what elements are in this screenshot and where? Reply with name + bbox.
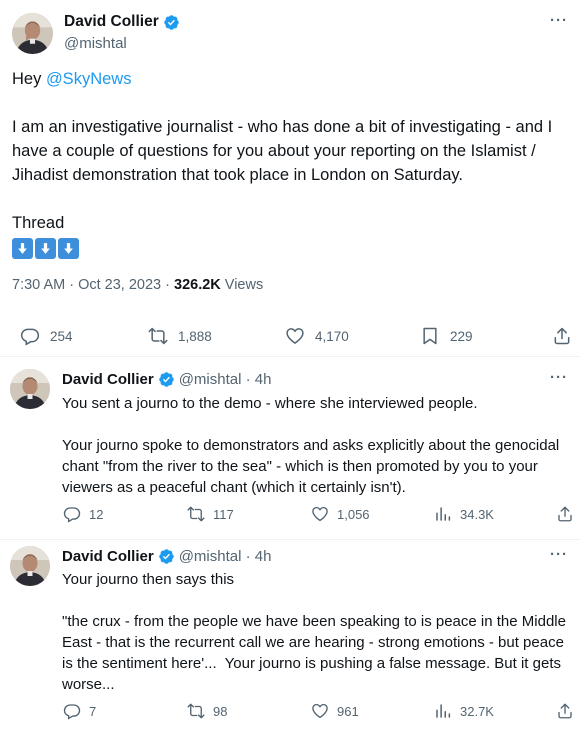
avatar[interactable] [10, 369, 50, 409]
bookmark-icon [423, 327, 437, 345]
heart-icon [312, 506, 328, 522]
action-bar: 254 1,888 4,170 229 [0, 318, 580, 354]
retweet-icon [148, 327, 168, 345]
avatar[interactable] [10, 546, 50, 586]
like-count: 4,170 [315, 328, 349, 344]
down-arrow-emojis [12, 238, 79, 259]
avatar[interactable] [12, 13, 53, 54]
views-count: 34.3K [460, 506, 494, 522]
retweet-count: 1,888 [178, 328, 212, 344]
reply-header: David Collier @mishtal · 4h [62, 548, 271, 565]
like-button[interactable]: 961 [311, 702, 359, 720]
views-icon [436, 704, 451, 718]
verified-badge-icon [158, 371, 175, 388]
share-icon [558, 506, 572, 522]
views-count: 326.2K [174, 277, 221, 293]
views-icon [436, 507, 451, 521]
reply-count: 12 [89, 506, 104, 522]
greeting-text: Hey [12, 70, 46, 88]
reply-icon [63, 507, 81, 523]
views-button[interactable]: 32.7K [434, 702, 494, 720]
retweet-button[interactable]: 98 [187, 702, 227, 720]
bookmark-button[interactable]: 229 [420, 326, 473, 346]
retweet-count: 117 [213, 506, 234, 522]
reply-count: 7 [89, 703, 97, 719]
reply-header: David Collier @mishtal · 4h [62, 371, 271, 388]
views-button[interactable]: 34.3K [434, 505, 494, 523]
like-button[interactable]: 4,170 [285, 326, 349, 346]
down-arrow-icon [35, 238, 56, 259]
more-icon[interactable]: ··· [550, 12, 568, 29]
author-name[interactable]: David Collier [62, 548, 154, 565]
reply-icon [20, 328, 40, 346]
share-button[interactable] [552, 326, 580, 346]
retweet-icon [187, 506, 205, 522]
share-button[interactable] [556, 702, 580, 720]
author-name[interactable]: David Collier [64, 13, 180, 31]
retweet-icon [187, 703, 205, 719]
bookmark-count: 229 [450, 328, 473, 344]
reply-count: 254 [50, 328, 73, 344]
down-arrow-icon [12, 238, 33, 259]
reply-button[interactable]: 7 [63, 702, 96, 720]
handle-time[interactable]: @mishtal · 4h [179, 548, 272, 565]
tweet-body: I am an investigative journalist - who h… [12, 118, 557, 184]
more-icon[interactable]: ··· [550, 369, 568, 386]
timestamp[interactable]: 7:30 AM · Oct 23, 2023 · [12, 277, 174, 293]
share-button[interactable] [556, 505, 580, 523]
like-button[interactable]: 1,056 [311, 505, 370, 523]
like-count: 1,056 [337, 506, 370, 522]
handle-time[interactable]: @mishtal · 4h [179, 371, 272, 388]
tweet-text: Hey @SkyNews I am an investigative journ… [12, 67, 572, 235]
author-handle[interactable]: @mishtal [64, 35, 127, 52]
heart-icon [286, 328, 304, 344]
reply-button[interactable]: 12 [63, 505, 103, 523]
reply-icon [63, 704, 81, 720]
reply-text: Your journo then says this "the crux - f… [62, 571, 566, 693]
more-icon[interactable]: ··· [550, 546, 568, 563]
main-tweet: David Collier @mishtal ··· Hey @SkyNews … [0, 0, 580, 357]
reply-tweet[interactable]: David Collier @mishtal · 4h ··· Your jou… [0, 534, 580, 729]
mention-link[interactable]: @SkyNews [46, 70, 132, 88]
verified-badge-icon [158, 548, 175, 565]
reply-text: You sent a journo to the demo - where sh… [62, 395, 560, 496]
reply-tweet[interactable]: David Collier @mishtal · 4h ··· You sent… [0, 357, 580, 539]
retweet-button[interactable]: 1,888 [148, 326, 212, 346]
tweet-meta: 7:30 AM · Oct 23, 2023 · 326.2K Views [12, 277, 263, 293]
share-icon [558, 703, 572, 719]
down-arrow-icon [58, 238, 79, 259]
views-count: 32.7K [460, 703, 494, 719]
share-icon [554, 327, 570, 345]
verified-badge-icon [163, 14, 180, 31]
reply-button[interactable]: 254 [20, 326, 73, 346]
author-name[interactable]: David Collier [62, 371, 154, 388]
retweet-count: 98 [213, 703, 228, 719]
like-count: 961 [337, 703, 359, 719]
author-name-text[interactable]: David Collier [64, 13, 159, 31]
heart-icon [312, 703, 328, 719]
views-label: Views [220, 277, 264, 293]
thread-label: Thread [12, 214, 65, 232]
retweet-button[interactable]: 117 [187, 505, 234, 523]
